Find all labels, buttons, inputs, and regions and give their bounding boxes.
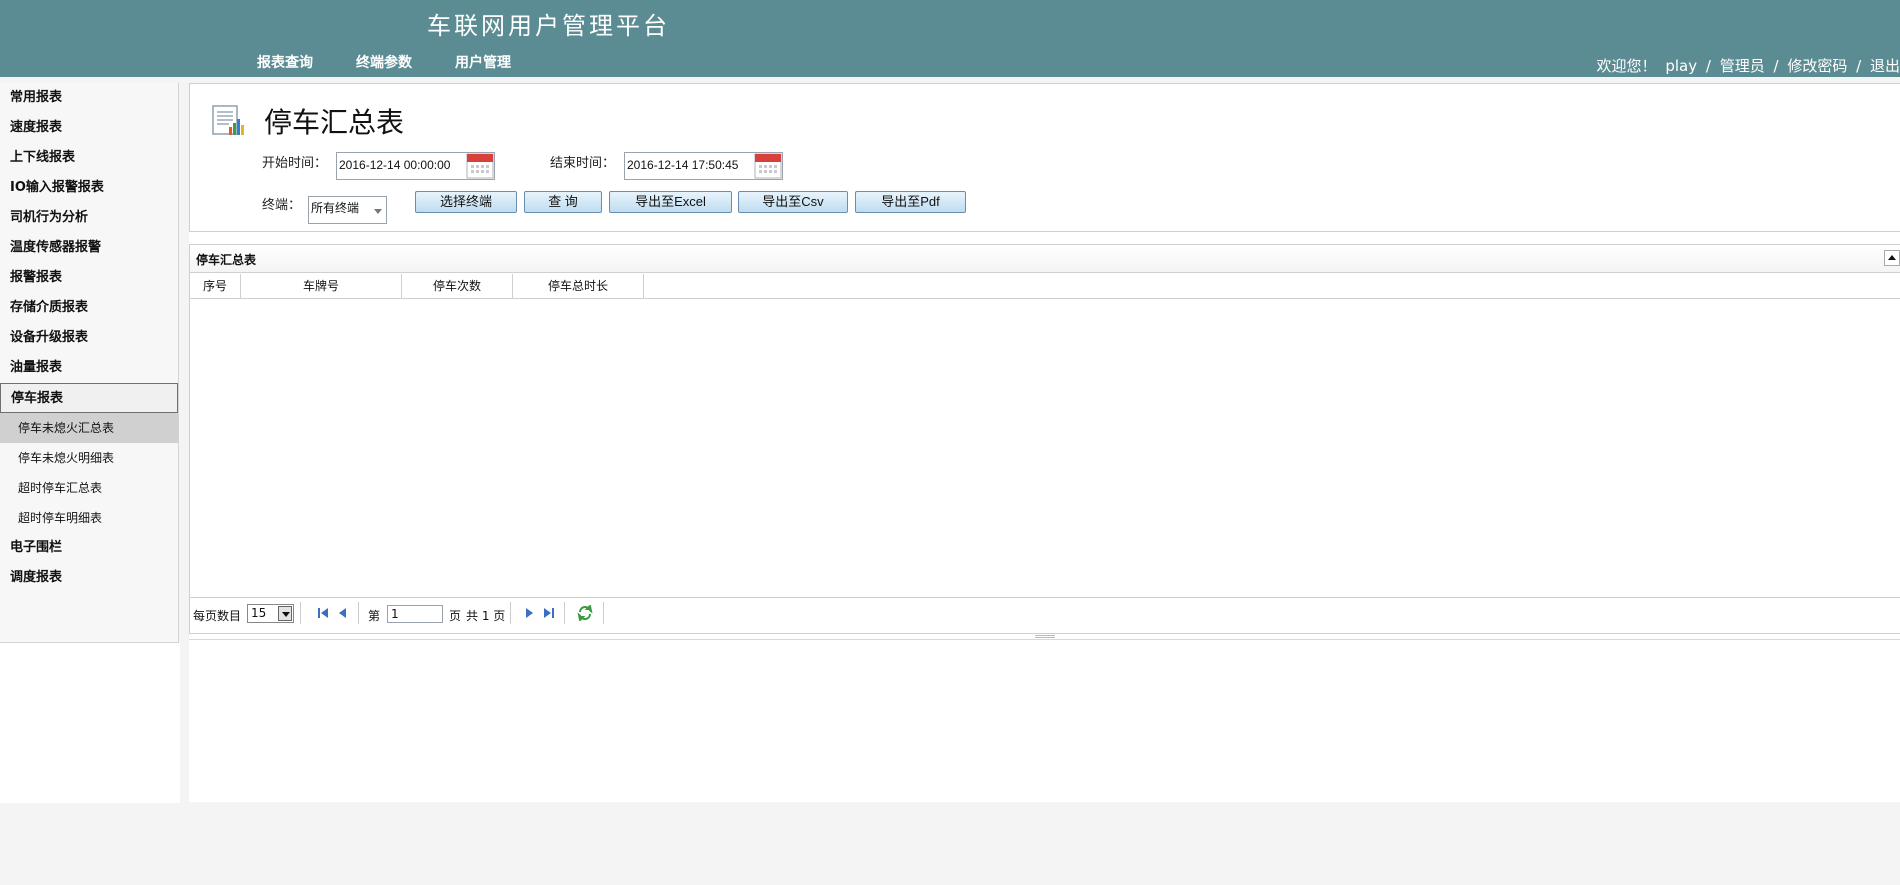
collapse-icon[interactable] <box>1884 250 1900 266</box>
terminal-select-value: 所有终端 <box>311 201 360 215</box>
user-bar: 欢迎您！ play / 管理员 / 修改密码 / 退出 <box>1593 55 1900 76</box>
page-suffix: 页 <box>449 609 462 623</box>
sidebar-item-online-offline-reports[interactable]: 上下线报表 <box>0 143 178 173</box>
pager-separator <box>300 602 301 624</box>
chevron-down-icon <box>278 606 292 621</box>
pager-separator <box>510 602 511 624</box>
calendar-icon[interactable] <box>466 153 494 179</box>
pager-separator <box>358 602 359 624</box>
pager-separator <box>603 602 604 624</box>
separator: / <box>1856 57 1862 75</box>
main-content: 停车汇总表 开始时间： 2016-12-14 00:00:00 结束时间： 20… <box>189 83 1900 802</box>
nav-report-query[interactable]: 报表查询 <box>257 52 313 72</box>
column-header-parking-count[interactable]: 停车次数 <box>402 274 513 299</box>
sidebar-item-storage-reports[interactable]: 存储介质报表 <box>0 293 178 323</box>
column-header-parking-duration[interactable]: 停车总时长 <box>513 274 644 299</box>
top-nav: 报表查询 终端参数 用户管理 <box>257 52 554 72</box>
first-page-icon[interactable] <box>316 606 330 620</box>
sidebar-item-driver-behavior[interactable]: 司机行为分析 <box>0 203 178 233</box>
sidebar-item-geofence[interactable]: 电子围栏 <box>0 533 178 563</box>
pager: 每页数目 15 第 1 页 共 1 页 <box>190 597 1900 628</box>
grid-panel: 停车汇总表 序号 车牌号 停车次数 停车总时长 每页数目 15 第 1 页 共 … <box>189 244 1900 634</box>
grid-header: 序号 车牌号 停车次数 停车总时长 <box>190 274 1900 299</box>
sidebar-item-common-reports[interactable]: 常用报表 <box>0 83 178 113</box>
export-csv-button[interactable]: 导出至Csv <box>738 191 848 213</box>
end-time-input[interactable]: 2016-12-14 17:50:45 <box>624 152 783 180</box>
separator: / <box>1773 57 1779 75</box>
grid-title-bar: 停车汇总表 <box>190 245 1900 273</box>
sidebar-subitem-parking-idle-detail[interactable]: 停车未熄火明细表 <box>0 443 178 473</box>
sidebar: 常用报表 速度报表 上下线报表 IO输入报警报表 司机行为分析 温度传感器报警 … <box>0 83 179 643</box>
per-page-label: 每页数目 <box>193 609 242 623</box>
filter-panel: 停车汇总表 开始时间： 2016-12-14 00:00:00 结束时间： 20… <box>189 83 1900 232</box>
sidebar-item-alarm-reports[interactable]: 报警报表 <box>0 263 178 293</box>
start-time-input[interactable]: 2016-12-14 00:00:00 <box>336 152 495 180</box>
app-title: 车联网用户管理平台 <box>427 12 670 40</box>
refresh-icon[interactable] <box>577 605 593 621</box>
select-terminal-button[interactable]: 选择终端 <box>415 191 517 213</box>
chevron-down-icon <box>374 209 382 214</box>
page-title: 停车汇总表 <box>264 106 405 139</box>
column-header-index[interactable]: 序号 <box>190 274 241 299</box>
pager-separator <box>564 602 565 624</box>
export-excel-button[interactable]: 导出至Excel <box>609 191 732 213</box>
sidebar-lower-area <box>0 643 180 803</box>
report-icon <box>212 105 244 135</box>
page-prefix: 第 <box>368 609 381 623</box>
calendar-icon[interactable] <box>754 153 782 179</box>
sidebar-subitem-overtime-parking-detail[interactable]: 超时停车明细表 <box>0 503 178 533</box>
end-time-label: 结束时间： <box>550 156 616 171</box>
sidebar-subitem-parking-idle-summary[interactable]: 停车未熄火汇总表 <box>0 413 178 443</box>
sidebar-item-temperature-alarm[interactable]: 温度传感器报警 <box>0 233 178 263</box>
sidebar-item-dispatch-reports[interactable]: 调度报表 <box>0 563 178 593</box>
terminal-select[interactable]: 所有终端 <box>308 196 387 224</box>
app-header: 车联网用户管理平台 报表查询 终端参数 用户管理 欢迎您！ play / 管理员… <box>0 0 1900 77</box>
sidebar-item-parking-reports[interactable]: 停车报表 <box>0 383 178 413</box>
end-time-value: 2016-12-14 17:50:45 <box>627 158 739 172</box>
nav-user-management[interactable]: 用户管理 <box>455 52 511 72</box>
sidebar-subitem-overtime-parking-summary[interactable]: 超时停车汇总表 <box>0 473 178 503</box>
terminal-label: 终端： <box>262 198 302 213</box>
separator: / <box>1705 57 1711 75</box>
page-number-input[interactable]: 1 <box>387 605 443 623</box>
user-role: 管理员 <box>1719 57 1765 75</box>
logout-link[interactable]: 退出 <box>1870 57 1900 75</box>
welcome-text: 欢迎您！ <box>1596 57 1657 75</box>
panel-splitter[interactable] <box>189 634 1900 640</box>
per-page-value: 15 <box>251 606 267 620</box>
sidebar-item-io-alarm-reports[interactable]: IO输入报警报表 <box>0 173 178 203</box>
per-page-select[interactable]: 15 <box>247 604 294 623</box>
username: play <box>1665 57 1698 75</box>
sidebar-item-upgrade-reports[interactable]: 设备升级报表 <box>0 323 178 353</box>
sidebar-item-fuel-reports[interactable]: 油量报表 <box>0 353 178 383</box>
column-header-plate[interactable]: 车牌号 <box>241 274 402 299</box>
grid-title: 停车汇总表 <box>196 253 257 267</box>
export-pdf-button[interactable]: 导出至Pdf <box>855 191 966 213</box>
total-pages: 共 1 页 <box>466 609 506 623</box>
sidebar-item-speed-reports[interactable]: 速度报表 <box>0 113 178 143</box>
splitter-grip[interactable] <box>1035 635 1055 638</box>
start-time-label: 开始时间： <box>262 156 328 171</box>
page-number-value: 1 <box>391 607 399 621</box>
previous-page-icon[interactable] <box>336 606 350 620</box>
query-button[interactable]: 查 询 <box>524 191 602 213</box>
change-password-link[interactable]: 修改密码 <box>1787 57 1847 75</box>
last-page-icon[interactable] <box>542 606 556 620</box>
start-time-value: 2016-12-14 00:00:00 <box>339 158 451 172</box>
next-page-icon[interactable] <box>522 606 536 620</box>
nav-terminal-params[interactable]: 终端参数 <box>356 52 412 72</box>
